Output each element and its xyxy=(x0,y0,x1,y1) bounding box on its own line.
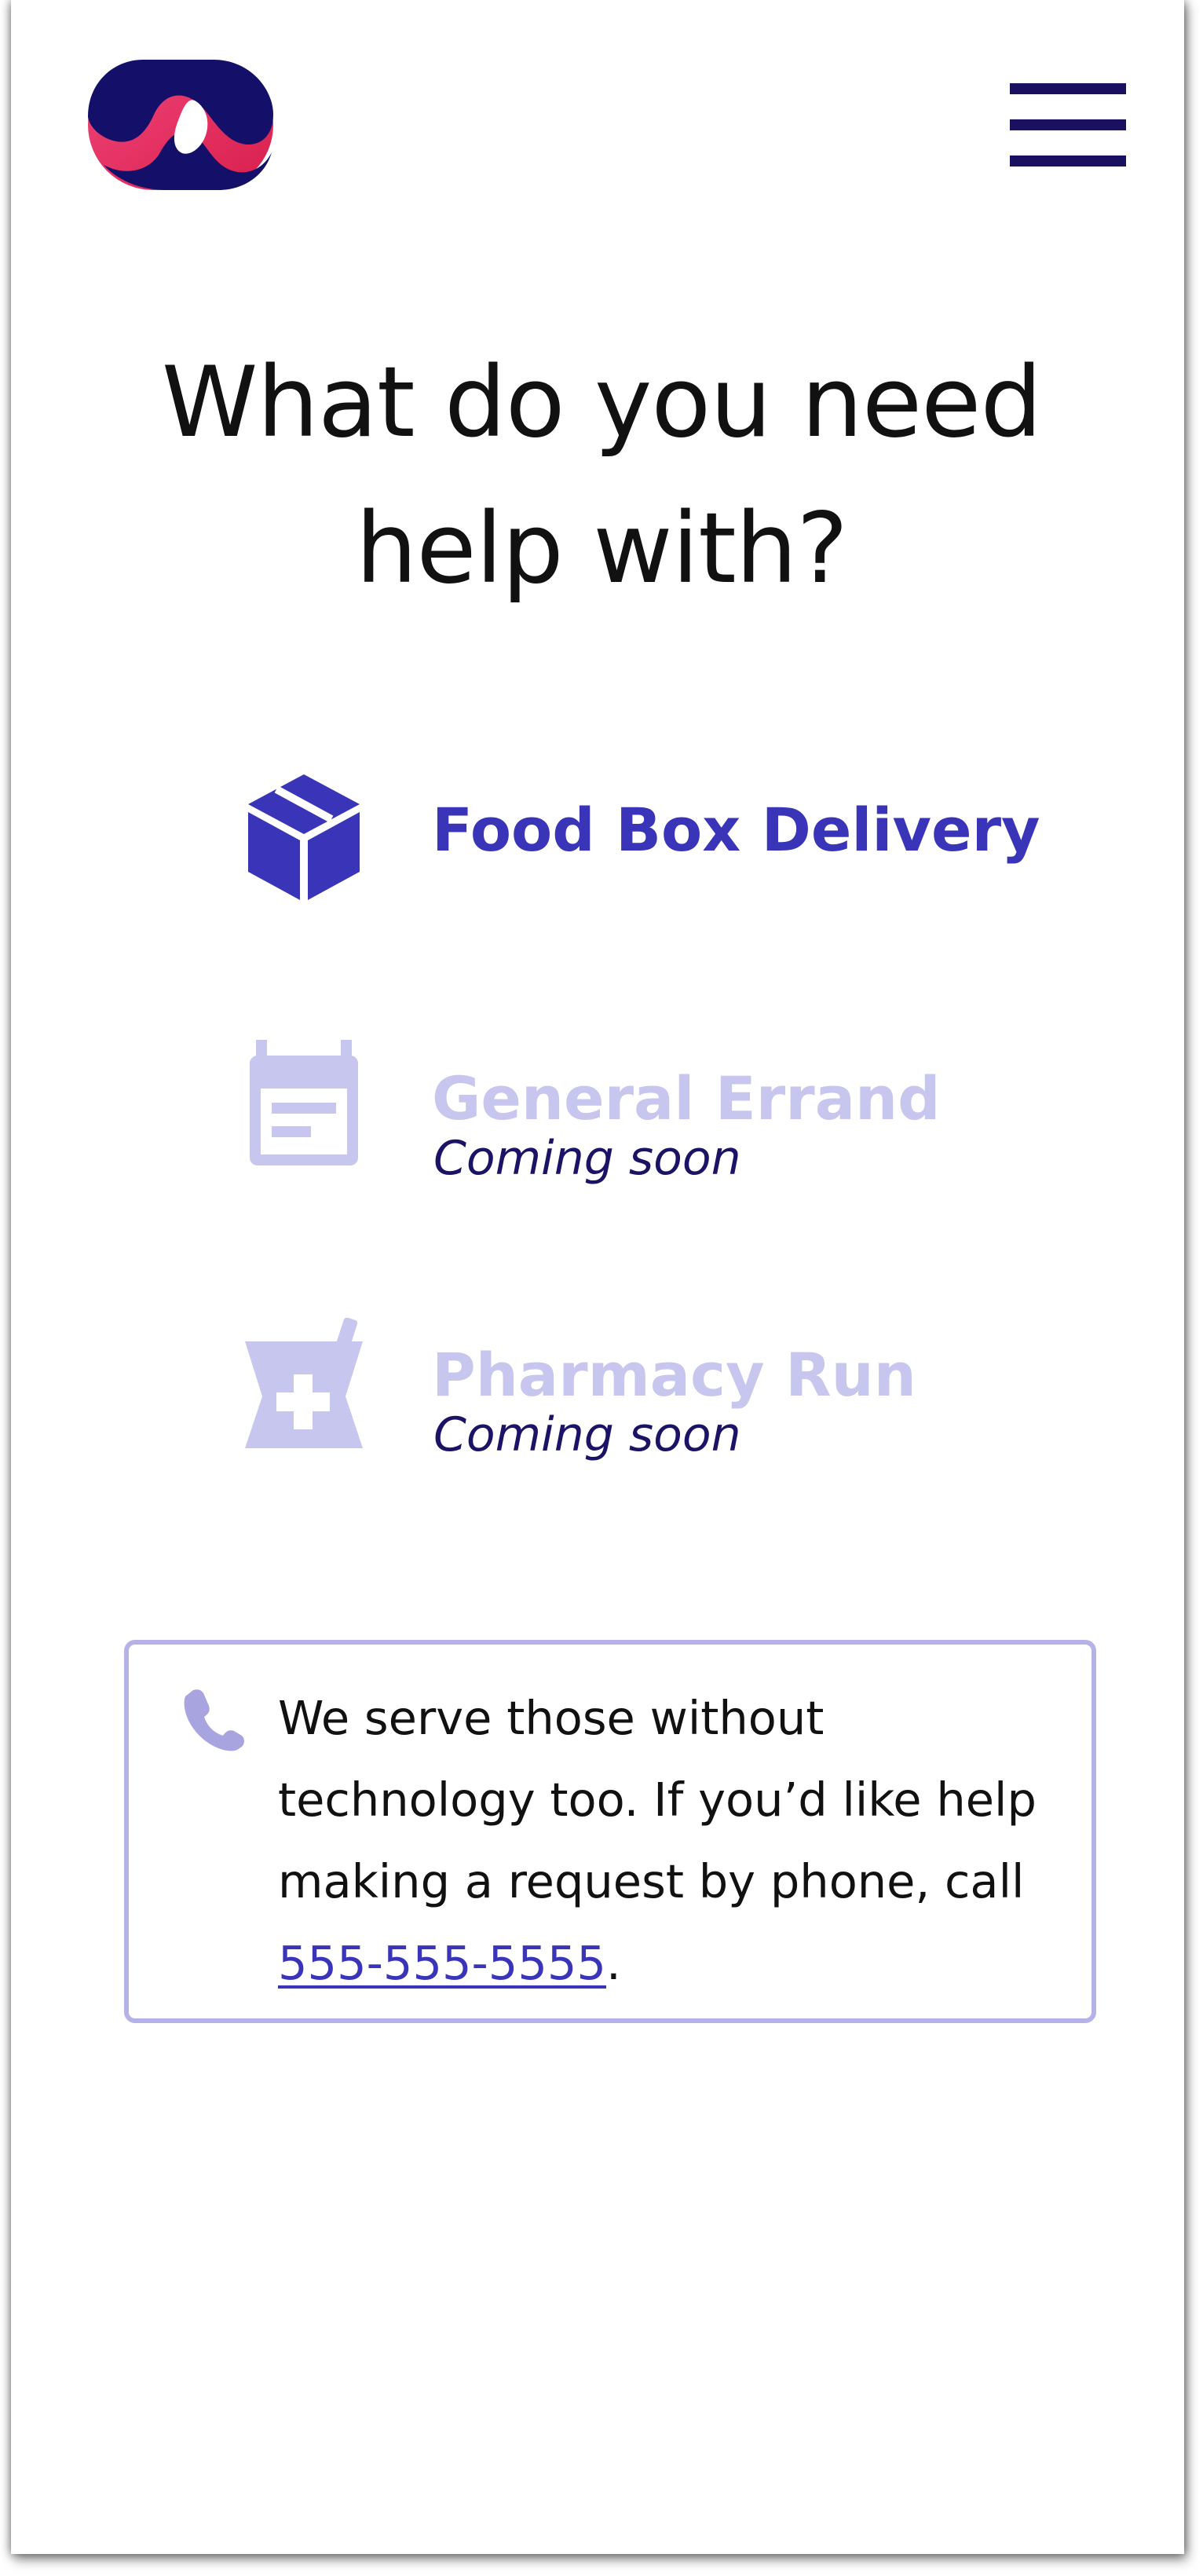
phone-icon xyxy=(182,1689,245,1751)
calendar-icon xyxy=(245,1040,363,1173)
menu-button[interactable] xyxy=(1010,83,1126,168)
mortar-pestle-icon xyxy=(245,1317,363,1451)
hamburger-menu-icon-bar xyxy=(1010,119,1126,130)
brand-logo[interactable] xyxy=(88,60,273,190)
page-title: What do you need help with? xyxy=(0,330,1203,622)
option-food-box-delivery[interactable]: Food Box Delivery xyxy=(245,763,1040,920)
phone-support-notice: We serve those without technology too. I… xyxy=(124,1640,1096,2023)
hamburger-menu-icon-bar xyxy=(1010,156,1126,166)
option-label: General Errand xyxy=(432,1063,941,1133)
coming-soon-label: Coming soon xyxy=(433,1131,741,1186)
notice-text-body: We serve those without technology too. I… xyxy=(278,1691,1037,1908)
option-label: Food Box Delivery xyxy=(432,795,1040,865)
option-label: Pharmacy Run xyxy=(432,1340,916,1410)
logo-icon xyxy=(88,60,273,190)
notice-text: We serve those without technology too. I… xyxy=(278,1678,1071,2004)
notice-text-end: . xyxy=(605,1936,621,1990)
phone-number-link[interactable]: 555-555-5555 xyxy=(278,1936,606,1990)
app-screen: What do you need help with? Food Box Del… xyxy=(11,0,1184,2554)
option-pharmacy-run[interactable]: Pharmacy Run Coming soon xyxy=(245,1315,1030,1472)
coming-soon-label: Coming soon xyxy=(433,1407,741,1462)
page-title-line1: What do you need xyxy=(161,346,1042,459)
hamburger-menu-icon xyxy=(1010,83,1126,94)
page-title-line2: help with? xyxy=(355,492,848,606)
option-general-errand[interactable]: General Errand Coming soon xyxy=(245,1038,1030,1195)
box-icon xyxy=(245,770,363,903)
